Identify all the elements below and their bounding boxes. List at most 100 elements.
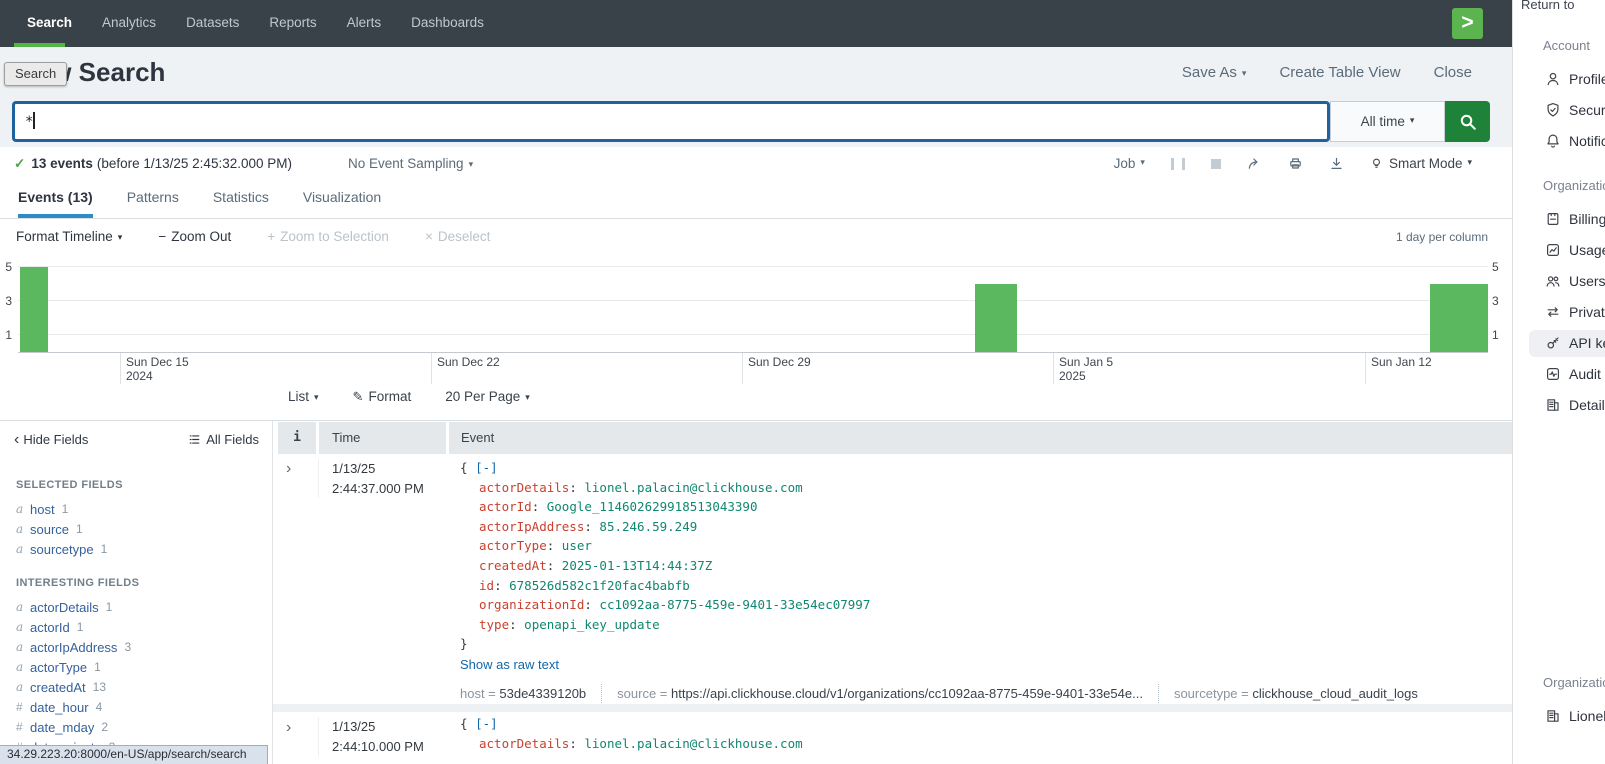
export-button[interactable] [1329,156,1344,171]
json-key[interactable]: id [479,578,494,593]
nav-item-dashboards[interactable]: Dashboards [396,0,499,47]
print-button[interactable] [1288,156,1303,171]
menu-item-lionel[interactable]: Lionel [1513,705,1605,729]
json-key[interactable]: actorDetails [479,480,569,495]
json-key[interactable]: actorDetails [479,736,569,751]
action-close[interactable]: Close [1434,64,1472,81]
zoom-to-selection-button[interactable]: +Zoom to Selection [267,229,389,244]
format-results-button[interactable]: ✎Format [353,389,412,405]
json-key[interactable]: type [479,617,509,632]
meta-key: host = [460,686,499,701]
search-input[interactable]: * [12,101,1330,142]
all-fields-button[interactable]: All Fields [188,432,259,447]
show-raw-text-link[interactable]: Show as raw text [460,655,1512,675]
field-name: sourcetype [30,542,94,557]
search-mode-dropdown[interactable]: Smart Mode▾ [1370,156,1472,171]
action-create-table-view[interactable]: Create Table View [1279,64,1400,81]
field-actortype[interactable]: aactorType1 [16,657,266,677]
json-value[interactable]: lionel.palacin@clickhouse.com [584,736,802,751]
hide-fields-button[interactable]: ‹Hide Fields [14,432,88,447]
list-view-dropdown[interactable]: List▾ [288,389,319,405]
return-to-link[interactable]: Return to [1521,0,1574,12]
field-type-prefix: a [16,542,30,556]
menu-item-usage[interactable]: Usage [1513,239,1605,263]
deselect-button[interactable]: ×Deselect [425,229,490,244]
json-value[interactable]: 678526d582c1f20fac4babfb [509,578,690,593]
json-value[interactable]: 2025-01-13T14:44:37Z [562,558,713,573]
search-tooltip: Search [4,62,67,86]
field-actoripaddress[interactable]: aactorIpAddress3 [16,637,266,657]
nav-item-search[interactable]: Search [12,0,87,47]
splunk-logo-icon[interactable]: > [1452,8,1483,39]
share-button[interactable] [1247,156,1262,171]
expand-chevron-icon[interactable]: › [286,461,291,477]
menu-item-profile[interactable]: Profile [1513,68,1605,92]
nav-item-analytics[interactable]: Analytics [87,0,171,47]
field-actorid[interactable]: aactorId1 [16,617,266,637]
caret-down-icon: ▾ [1140,157,1145,168]
tab-events-13[interactable]: Events (13) [18,180,93,218]
field-createdat[interactable]: acreatedAt13 [16,677,266,697]
json-value[interactable]: cc1092aa-8775-459e-9401-33e54ec07997 [599,597,870,612]
menu-item-details[interactable]: Details [1513,394,1605,418]
menu-item-audit[interactable]: Audit [1513,363,1605,387]
event-meta-row: host = 53de4339120b source = https://api.… [460,684,1512,704]
timeline-chart[interactable] [18,252,1488,353]
stop-button[interactable] [1211,159,1221,169]
menu-item-notifications[interactable]: Notifications [1513,130,1605,154]
meta-value: https://api.clickhouse.cloud/v1/organiza… [671,686,1143,701]
event-sampling-dropdown[interactable]: No Event Sampling▾ [348,156,473,171]
json-collapse-link[interactable]: [-] [475,460,498,475]
json-value[interactable]: lionel.palacin@clickhouse.com [584,480,802,495]
timeline-bar[interactable] [1430,284,1488,352]
json-colon: : [547,538,562,553]
meta-host[interactable]: host = 53de4339120b [460,684,586,704]
action-save-as[interactable]: Save As▾ [1182,64,1247,81]
json-value[interactable]: 85.246.59.249 [599,519,697,534]
menu-item-api-keys[interactable]: API keys [1513,332,1605,356]
pause-button[interactable] [1171,158,1185,170]
json-key[interactable]: actorType [479,538,547,553]
meta-source[interactable]: source = https://api.clickhouse.cloud/v1… [601,684,1143,704]
job-dropdown[interactable]: Job▾ [1114,156,1145,171]
json-key[interactable]: actorIpAddress [479,519,584,534]
field-date-mday[interactable]: #date_mday2 [16,717,266,737]
json-collapse-link[interactable]: [-] [475,716,498,731]
json-key[interactable]: createdAt [479,558,547,573]
field-host[interactable]: ahost1 [16,499,266,519]
menu-item-users[interactable]: Users [1513,270,1605,294]
json-value[interactable]: Google_114602629918513043390 [547,499,758,514]
timeline-bar[interactable] [975,284,1017,352]
field-source[interactable]: asource1 [16,519,266,539]
field-count: 1 [76,522,83,536]
time-range-picker[interactable]: All time ▾ [1330,101,1445,142]
menu-item-security[interactable]: Security [1513,99,1605,123]
tab-visualization[interactable]: Visualization [303,180,381,218]
expand-chevron-icon[interactable]: › [286,720,291,736]
json-value[interactable]: user [562,538,592,553]
timeline-bar[interactable] [20,267,48,352]
nav-item-reports[interactable]: Reports [254,0,331,47]
nav-item-alerts[interactable]: Alerts [332,0,397,47]
per-page-dropdown[interactable]: 20 Per Page▾ [445,389,530,405]
json-colon: : [584,597,599,612]
search-button[interactable] [1445,101,1490,142]
json-field-line: actorId: Google_114602629918513043390 [460,497,1512,517]
json-key[interactable]: actorId [479,499,532,514]
json-value[interactable]: openapi_key_update [524,617,659,632]
field-actordetails[interactable]: aactorDetails1 [16,597,266,617]
tab-patterns[interactable]: Patterns [127,180,179,218]
menu-item-private[interactable]: Private [1513,301,1605,325]
field-date-hour[interactable]: #date_hour4 [16,697,266,717]
format-timeline-dropdown[interactable]: Format Timeline▾ [16,229,122,244]
menu-item-billing[interactable]: Billing [1513,208,1605,232]
nav-item-datasets[interactable]: Datasets [171,0,254,47]
zoom-out-button[interactable]: −Zoom Out [158,229,231,244]
field-sourcetype[interactable]: asourcetype1 [16,539,266,559]
timeline-xaxis: Sun Dec 152024Sun Dec 22Sun Dec 29Sun Ja… [18,353,1488,384]
action-label: Save As [1182,64,1237,81]
tab-statistics[interactable]: Statistics [213,180,269,218]
json-key[interactable]: organizationId [479,597,584,612]
meta-sourcetype[interactable]: sourcetype = clickhouse_cloud_audit_logs [1158,684,1418,704]
org-icon [1545,708,1561,724]
